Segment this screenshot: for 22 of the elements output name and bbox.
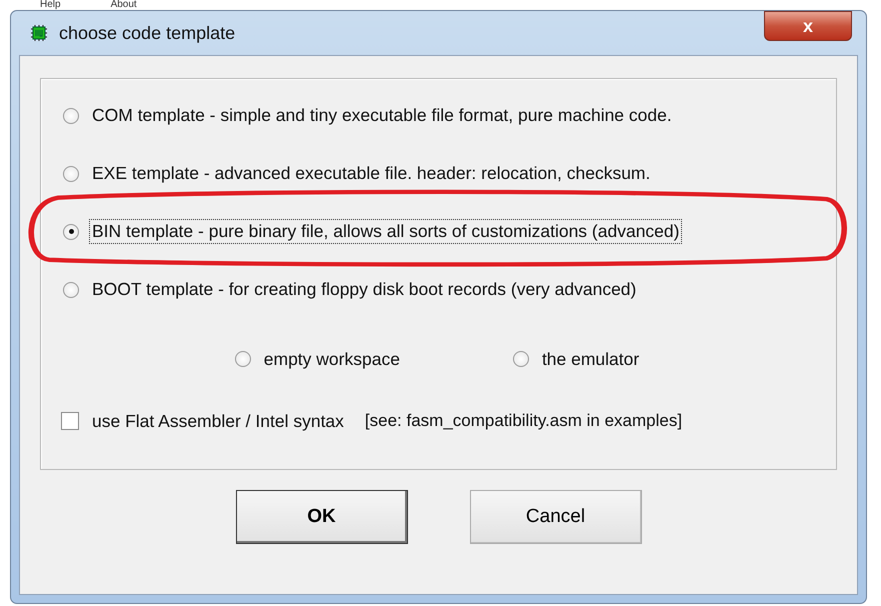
close-button[interactable]: x xyxy=(764,11,852,41)
radio-button[interactable] xyxy=(234,351,251,367)
ok-button[interactable]: OK xyxy=(236,490,408,544)
option-label: BOOT template - for creating floppy disk boot records (very advanced) xyxy=(91,278,638,301)
hint-text: [see: fasm_compatibility.asm in examples] xyxy=(364,411,682,431)
option-label: COM template - simple and tiny executable file format, pure machine code. xyxy=(91,104,673,127)
menu-item[interactable]: Help xyxy=(40,0,61,10)
checkbox-label: use Flat Assembler / Intel syntax xyxy=(91,410,345,433)
radio-button[interactable] xyxy=(63,108,79,124)
option-label: EXE template - advanced executable file. header: relocation, checksum. xyxy=(91,162,652,185)
option-label: the emulator xyxy=(540,348,640,370)
chip-icon xyxy=(31,25,47,41)
option-label: empty workspace xyxy=(262,348,401,371)
option-label: BIN template - pure binary file, allows all sorts of customizations (advanced) xyxy=(89,219,682,244)
checkbox[interactable] xyxy=(61,412,79,430)
radio-button[interactable] xyxy=(512,351,529,367)
radio-button[interactable] xyxy=(63,224,79,240)
cancel-button[interactable]: Cancel xyxy=(470,490,642,544)
window-title: choose code template xyxy=(59,22,236,44)
radio-button[interactable] xyxy=(63,282,79,298)
radio-button[interactable] xyxy=(63,166,79,182)
menu-item[interactable]: About xyxy=(110,0,137,10)
